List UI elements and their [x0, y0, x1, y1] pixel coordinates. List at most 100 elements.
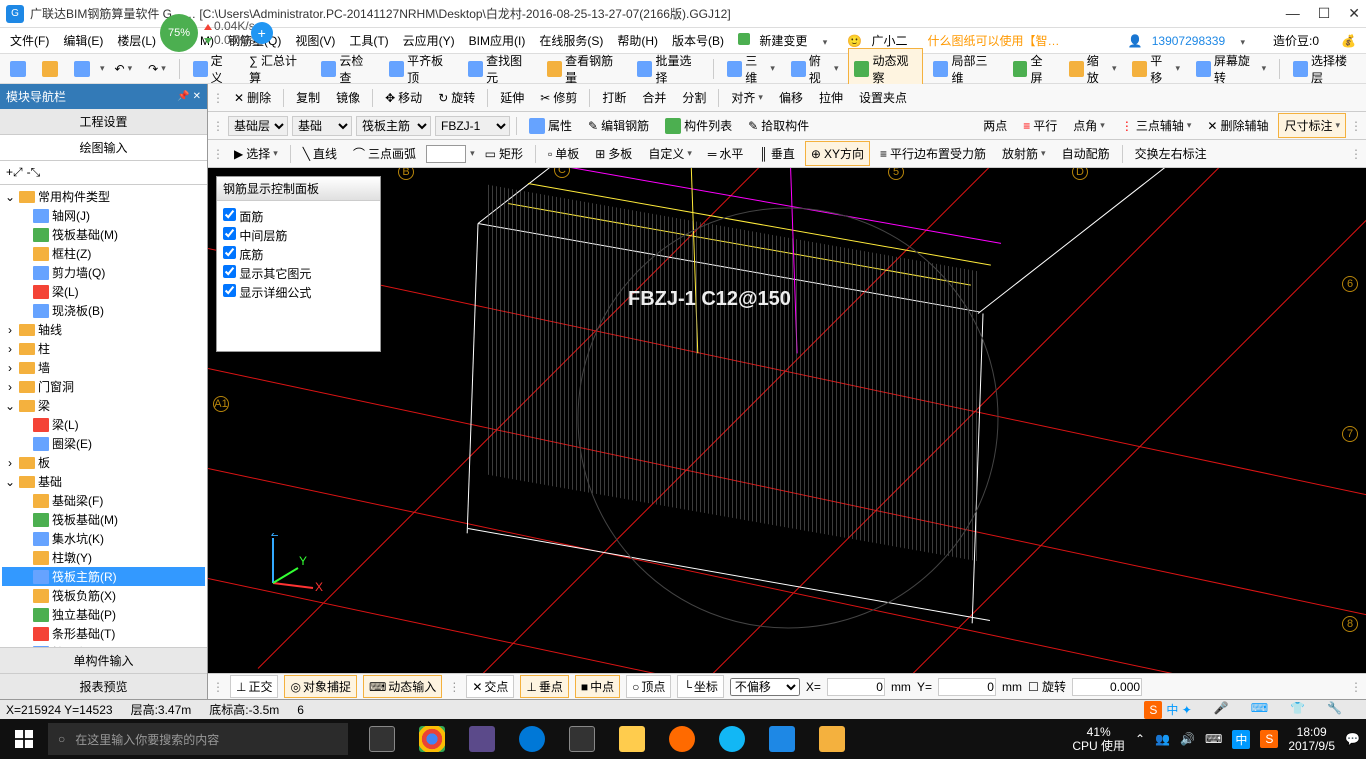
single-slab-button[interactable]: ▫ 单板 [542, 141, 585, 166]
tree-wall[interactable]: 墙 [38, 359, 50, 376]
speed-plus-icon[interactable]: + [251, 22, 273, 44]
dyn-input-toggle[interactable]: ⌨ 动态输入 [363, 675, 442, 698]
rot-checkbox[interactable]: ☐ 旋转 [1028, 678, 1066, 695]
start-button[interactable] [0, 719, 48, 759]
pick-button[interactable]: ✎ 拾取构件 [742, 113, 815, 138]
vertex-snap[interactable]: ○ 顶点 [626, 675, 671, 698]
swap-button[interactable]: 交换左右标注 [1129, 141, 1213, 166]
custom-button[interactable]: 自定义▾ [642, 141, 698, 166]
tree-door[interactable]: 门窗洞 [38, 378, 74, 395]
app-qq[interactable] [708, 719, 756, 759]
type-select[interactable]: 筏板主筋 [356, 116, 431, 136]
extend-button[interactable]: 延伸 [494, 85, 530, 110]
tab-project-settings[interactable]: 工程设置 [0, 109, 207, 135]
chk-show-other[interactable]: 显示其它图元 [223, 264, 374, 283]
chk-mid-rebar[interactable]: 中间层筋 [223, 226, 374, 245]
vertical-button[interactable]: ║ 垂直 [753, 141, 801, 166]
edit-rebar-button[interactable]: ✎ 编辑钢筋 [582, 113, 655, 138]
mirror-button[interactable]: 镜像 [330, 85, 366, 110]
app-store[interactable] [558, 719, 606, 759]
property-button[interactable]: 属性 [523, 113, 578, 138]
speed-widget[interactable]: 75% 0.04K/s 0.04K/s + [160, 14, 273, 52]
tray-lang-icon[interactable]: ⌨ [1205, 732, 1222, 746]
expand-icon[interactable]: +⤢ [6, 165, 23, 180]
tree-zhu[interactable]: 柱 [38, 340, 50, 357]
tree-liang-item[interactable]: 梁(L) [52, 416, 79, 433]
parallel-edge-button[interactable]: ≡ 平行边布置受力筋 [874, 141, 992, 166]
offset-button[interactable]: 偏移 [773, 85, 809, 110]
ime-keyboard-icon[interactable]: ⌨ [1251, 701, 1268, 719]
mid-snap[interactable]: ■ 中点 [575, 675, 620, 698]
auto-rebar-button[interactable]: 自动配筋 [1056, 141, 1116, 166]
align-button[interactable]: 对齐▾ [725, 85, 769, 110]
tree-shearwall[interactable]: 剪力墙(Q) [52, 264, 105, 281]
dimension-button[interactable]: 尺寸标注▾ [1278, 113, 1346, 138]
tray-notifications-icon[interactable]: 💬 [1345, 732, 1360, 746]
radial-button[interactable]: 放射筋▾ [996, 141, 1052, 166]
rebar-display-panel[interactable]: 钢筋显示控制面板 面筋 中间层筋 底筋 显示其它图元 显示详细公式 [216, 176, 381, 352]
perp-snap[interactable]: ⊥ 垂点 [520, 675, 568, 698]
tray-volume-icon[interactable]: 🔊 [1180, 732, 1195, 746]
tree-liang-group[interactable]: 梁 [38, 397, 50, 414]
app-uc[interactable] [658, 719, 706, 759]
app-sogou[interactable] [458, 719, 506, 759]
tree-zd[interactable]: 柱墩(Y) [52, 549, 92, 566]
color-picker[interactable] [426, 145, 466, 163]
component-list-button[interactable]: 构件列表 [659, 113, 738, 138]
tab-report[interactable]: 报表预览 [0, 673, 207, 699]
tray-ime-cn[interactable]: 中 [1232, 730, 1250, 749]
open-button[interactable] [36, 57, 64, 81]
rotate-button[interactable]: ↻ 旋转 [432, 85, 481, 110]
tree-slab[interactable]: 现浇板(B) [52, 302, 104, 319]
tree-fbzj[interactable]: 筏板主筋(R) [52, 568, 117, 585]
coord-snap[interactable]: └ 坐标 [677, 675, 724, 698]
tree-root[interactable]: 常用构件类型 [38, 188, 110, 205]
copy-button[interactable]: 复制 [290, 85, 326, 110]
tray-clock[interactable]: 18:092017/9/5 [1288, 725, 1335, 754]
line-button[interactable]: ╲ 直线 [297, 141, 343, 166]
y-input[interactable] [938, 678, 996, 696]
app-glodon[interactable] [758, 719, 806, 759]
app-chrome[interactable] [408, 719, 456, 759]
tree-jcl[interactable]: 基础梁(F) [52, 492, 103, 509]
stretch-button[interactable]: 拉伸 [813, 85, 849, 110]
tree-raft[interactable]: 筏板基础(M) [52, 226, 118, 243]
component-tree[interactable]: ⌄常用构件类型 轴网(J) 筏板基础(M) 框柱(Z) 剪力墙(Q) 梁(L) … [0, 185, 207, 647]
ime-mic-icon[interactable]: 🎤 [1214, 701, 1229, 719]
tray-ime-s[interactable]: S [1260, 730, 1278, 748]
tree-jichu[interactable]: 基础 [38, 473, 62, 490]
tree-beam[interactable]: 梁(L) [52, 283, 79, 300]
delaux-button[interactable]: ✕ 删除辅轴 [1201, 113, 1274, 138]
ime-skin-icon[interactable]: 👕 [1290, 701, 1305, 719]
redo-button[interactable]: ↷▾ [142, 58, 172, 80]
intersection-snap[interactable]: ✕ 交点 [466, 675, 514, 698]
code-select[interactable]: FBZJ-1 [435, 116, 510, 136]
taskview-icon[interactable] [358, 719, 406, 759]
app-note[interactable] [808, 719, 856, 759]
collapse-icon[interactable]: -⤡ [27, 165, 41, 180]
menu-file[interactable]: 文件(F) [4, 29, 55, 52]
break-button[interactable]: 打断 [596, 85, 632, 110]
multi-slab-button[interactable]: ⊞ 多板 [589, 141, 638, 166]
tab-single-input[interactable]: 单构件输入 [0, 647, 207, 673]
tree-txjc[interactable]: 条形基础(T) [52, 625, 115, 642]
tree-fbjc[interactable]: 筏板基础(M) [52, 511, 118, 528]
split-button[interactable]: 分割 [676, 85, 712, 110]
tray-people-icon[interactable]: 👥 [1155, 732, 1170, 746]
chk-top-rebar[interactable]: 面筋 [223, 207, 374, 226]
maximize-icon[interactable]: ☐ [1318, 5, 1331, 22]
rect-button[interactable]: ▭ 矩形 [479, 141, 529, 166]
tree-ban[interactable]: 板 [38, 454, 50, 471]
ime-icon[interactable]: S [1144, 701, 1162, 719]
minimize-icon[interactable]: — [1286, 5, 1300, 22]
select-button[interactable]: ▶ 选择▾ [228, 141, 284, 166]
app-edge[interactable] [508, 719, 556, 759]
new-button[interactable] [4, 57, 32, 81]
corner-button[interactable]: 点角▾ [1067, 113, 1111, 138]
snap-toggle[interactable]: ◎ 对象捕捉 [284, 675, 357, 698]
trim-button[interactable]: ✂ 修剪 [534, 85, 583, 110]
rotation-input[interactable] [1072, 678, 1142, 696]
tree-fbfj[interactable]: 筏板负筋(X) [52, 587, 116, 604]
chk-show-formula[interactable]: 显示详细公式 [223, 283, 374, 302]
3d-viewport[interactable]: FBZJ-1 C12@150 A1 B C 5 D 6 7 8 钢筋显示控制面板… [208, 168, 1366, 673]
